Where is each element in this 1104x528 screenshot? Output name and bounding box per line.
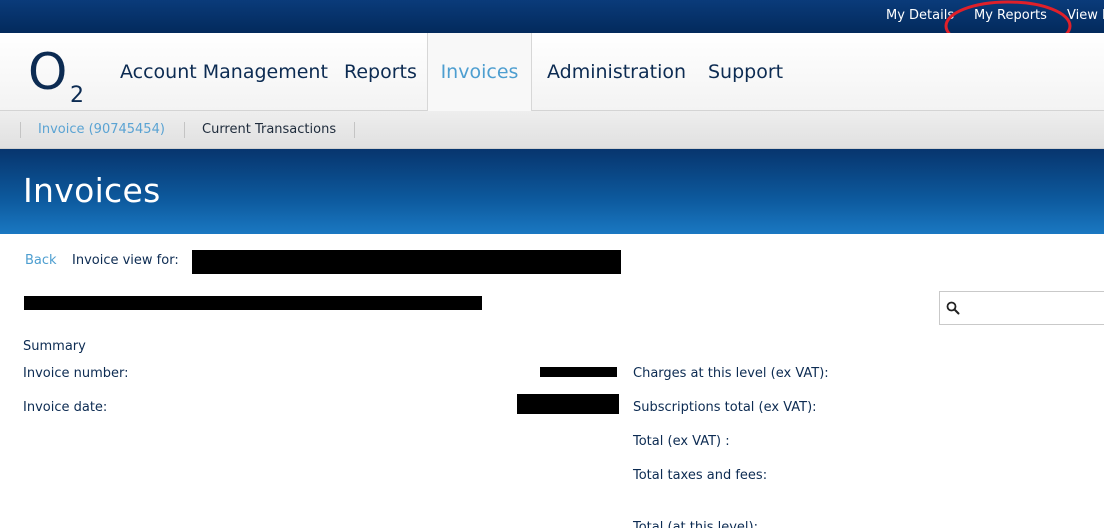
logo-letter: O [28, 45, 67, 101]
top-utility-bar: My Details My Reports View D [0, 0, 1104, 33]
sub-navigation: Invoice (90745454) Current Transactions [0, 111, 1104, 149]
nav-invoices[interactable]: Invoices [427, 33, 532, 112]
divider [184, 122, 185, 138]
divider [20, 122, 21, 138]
view-link[interactable]: View D [1067, 8, 1104, 23]
search-box[interactable] [939, 291, 1104, 325]
total-taxes-label: Total taxes and fees: [633, 468, 768, 483]
nav-administration[interactable]: Administration [547, 33, 686, 111]
subscriptions-total-label: Subscriptions total (ex VAT): [633, 400, 817, 415]
redacted-invoice-number [540, 367, 617, 377]
app-window: My Details My Reports View D O 2 Account… [0, 0, 1104, 528]
total-at-level-label: Total (at this level): [633, 520, 758, 528]
o2-logo[interactable]: O 2 [28, 45, 90, 103]
redacted-account-subtitle [24, 296, 482, 310]
redacted-account-name [192, 250, 621, 274]
search-icon [946, 301, 960, 315]
nav-account-management[interactable]: Account Management [120, 33, 328, 111]
page-banner: Invoices [0, 149, 1104, 234]
invoice-date-label: Invoice date: [23, 400, 108, 415]
logo-subscript: 2 [70, 83, 84, 103]
page-title: Invoices [23, 171, 161, 210]
subnav-invoice-link[interactable]: Invoice (90745454) [38, 122, 165, 137]
back-link[interactable]: Back [25, 253, 57, 268]
search-input[interactable] [966, 296, 1104, 320]
main-navigation: O 2 Account Management Reports Invoices … [0, 33, 1104, 112]
divider [354, 122, 355, 138]
my-reports-link[interactable]: My Reports [974, 8, 1047, 23]
charges-label: Charges at this level (ex VAT): [633, 366, 829, 381]
invoice-number-label: Invoice number: [23, 366, 129, 381]
nav-reports[interactable]: Reports [344, 33, 417, 111]
subnav-current-transactions-link[interactable]: Current Transactions [202, 122, 336, 137]
summary-heading: Summary [23, 339, 86, 354]
total-ex-vat-label: Total (ex VAT) : [633, 434, 730, 449]
redacted-invoice-date [517, 394, 619, 414]
invoice-view-for-label: Invoice view for: [72, 253, 179, 268]
nav-support[interactable]: Support [708, 33, 783, 111]
invoice-content: Back Invoice view for: Summary Invoice n… [0, 234, 1104, 528]
my-details-link[interactable]: My Details [886, 8, 954, 23]
